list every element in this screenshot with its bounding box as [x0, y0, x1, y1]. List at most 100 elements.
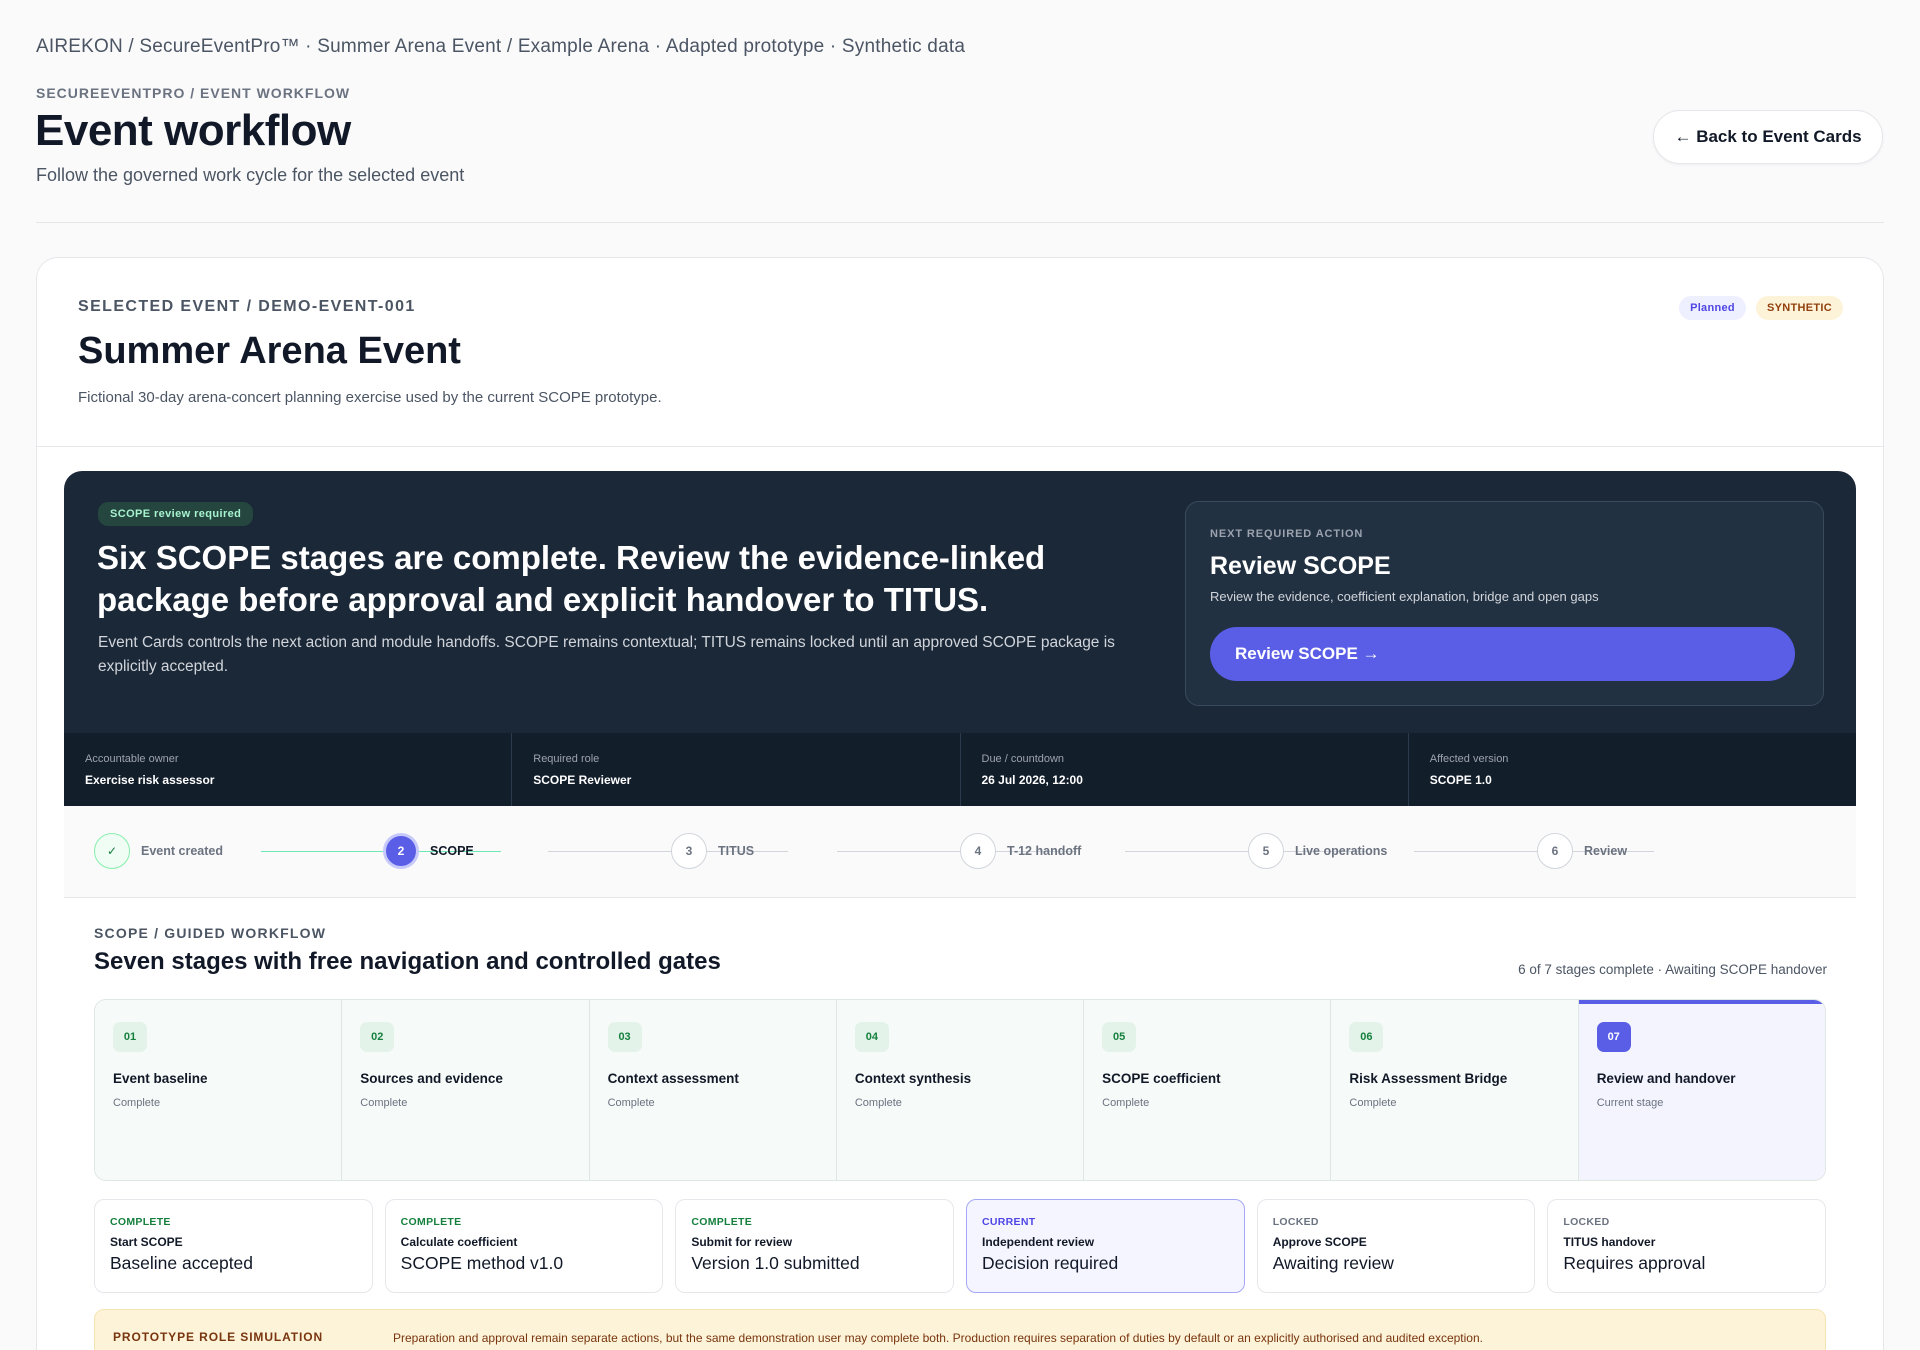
meta-due: Due / countdown 26 Jul 2026, 12:00: [961, 733, 1409, 806]
stage-status: Complete: [607, 1097, 655, 1109]
gate-independent-review[interactable]: CURRENT Independent review Decision requ…: [966, 1199, 1245, 1293]
stage-risk-assessment-bridge[interactable]: 06 Risk Assessment Bridge Complete: [1331, 1000, 1579, 1180]
meta-value: Exercise risk assessor: [85, 773, 215, 787]
meta-label: Due / countdown: [981, 753, 1065, 765]
step-review[interactable]: 6 Review: [1537, 833, 1627, 869]
back-to-event-cards-button[interactable]: ← Back to Event Cards: [1653, 110, 1883, 164]
gate-state: CURRENT: [982, 1216, 1036, 1228]
step-t12-handoff[interactable]: 4 T-12 handoff: [960, 833, 1081, 869]
step-titus[interactable]: 3 TITUS: [671, 833, 754, 869]
review-scope-button[interactable]: Review SCOPE →: [1210, 627, 1795, 681]
event-description: Fictional 30-day arena-concert planning …: [78, 389, 662, 406]
stage-sources-and-evidence[interactable]: 02 Sources and evidence Complete: [342, 1000, 590, 1180]
gate-name: TITUS handover: [1563, 1235, 1656, 1249]
guided-workflow-status: 6 of 7 stages complete · Awaiting SCOPE …: [1518, 962, 1827, 977]
stage-event-baseline[interactable]: 01 Event baseline Complete: [95, 1000, 343, 1180]
stage-list: 01 Event baseline Complete 02 Sources an…: [94, 999, 1826, 1181]
gate-submit-for-review[interactable]: COMPLETE Submit for review Version 1.0 s…: [675, 1199, 955, 1293]
prototype-notice: PROTOTYPE ROLE SIMULATION Preparation an…: [94, 1309, 1826, 1350]
stage-review-and-handover[interactable]: 07 Review and handover Current stage: [1578, 1000, 1825, 1180]
page-subtitle: Follow the governed work cycle for the s…: [36, 165, 465, 185]
meta-value: 26 Jul 2026, 12:00: [981, 773, 1083, 787]
stage-number: 04: [854, 1022, 889, 1052]
step-label: Review: [1584, 844, 1628, 858]
gate-value: Requires approval: [1563, 1253, 1706, 1273]
header-divider: [36, 222, 1884, 223]
gate-state: COMPLETE: [691, 1216, 753, 1228]
step-number: 4: [960, 833, 996, 869]
review-required-chip: SCOPE review required: [98, 502, 254, 526]
gate-name: Calculate coefficient: [400, 1235, 518, 1249]
gate-titus-handover[interactable]: LOCKED TITUS handover Requires approval: [1547, 1199, 1827, 1293]
status-badge: Planned: [1679, 296, 1746, 320]
step-number: 5: [1248, 833, 1284, 869]
stage-scope-coefficient[interactable]: 05 SCOPE coefficient Complete: [1084, 1000, 1332, 1180]
meta-value: SCOPE Reviewer: [533, 773, 632, 787]
stage-number: 06: [1349, 1022, 1384, 1052]
step-label: SCOPE: [430, 844, 474, 858]
scope-review-panel: SCOPE review required Six SCOPE stages a…: [64, 471, 1856, 806]
stage-status: Complete: [1349, 1097, 1397, 1109]
prototype-notice-text: Preparation and approval remain separate…: [393, 1331, 1483, 1345]
synthetic-badge: SYNTHETIC: [1755, 296, 1843, 320]
meta-value: SCOPE 1.0: [1429, 773, 1492, 787]
step-label: T-12 handoff: [1007, 844, 1082, 858]
stage-status: Complete: [113, 1097, 161, 1109]
stage-number: 01: [113, 1022, 147, 1052]
step-event-created[interactable]: ✓ Event created: [94, 833, 223, 869]
stage-name: SCOPE coefficient: [1102, 1071, 1221, 1086]
meta-role: Required role SCOPE Reviewer: [512, 733, 961, 806]
event-name: Summer Arena Event: [78, 330, 461, 372]
gate-start-scope[interactable]: COMPLETE Start SCOPE Baseline accepted: [94, 1199, 373, 1293]
stage-context-assessment[interactable]: 03 Context assessment Complete: [589, 1000, 837, 1180]
step-number: 3: [671, 833, 707, 869]
selected-event-eyebrow: SELECTED EVENT / DEMO-EVENT-001: [78, 298, 416, 315]
meta-label: Required role: [533, 753, 600, 765]
hero-text: Event Cards controls the next action and…: [98, 634, 1115, 675]
check-icon: ✓: [94, 833, 130, 869]
step-label: Event created: [141, 844, 223, 858]
step-number: 2: [383, 833, 419, 869]
stage-name: Event baseline: [113, 1071, 208, 1086]
meta-version: Affected version SCOPE 1.0: [1409, 733, 1856, 806]
gate-approve-scope[interactable]: LOCKED Approve SCOPE Awaiting review: [1256, 1199, 1536, 1293]
gate-name: Submit for review: [691, 1235, 793, 1249]
step-scope[interactable]: 2 SCOPE: [383, 833, 474, 869]
meta-owner: Accountable owner Exercise risk assessor: [64, 733, 513, 806]
stage-status: Current stage: [1596, 1097, 1664, 1109]
next-action-title: Review SCOPE: [1210, 552, 1391, 580]
stage-number: 02: [360, 1022, 395, 1052]
stage-context-synthesis[interactable]: 04 Context synthesis Complete: [836, 1000, 1085, 1180]
page-eyebrow: SECUREEVENTPRO / EVENT WORKFLOW: [36, 85, 351, 101]
next-action-eyebrow: NEXT REQUIRED ACTION: [1210, 528, 1364, 540]
stage-number: 03: [607, 1022, 642, 1052]
stage-number: 05: [1102, 1022, 1137, 1052]
page-title: Event workflow: [35, 106, 351, 155]
prototype-notice-label: PROTOTYPE ROLE SIMULATION: [113, 1330, 324, 1344]
step-live-operations[interactable]: 5 Live operations: [1248, 833, 1387, 869]
gate-calculate-coefficient[interactable]: COMPLETE Calculate coefficient SCOPE met…: [384, 1199, 664, 1293]
gate-list: COMPLETE Start SCOPE Baseline accepted C…: [94, 1199, 1827, 1293]
breadcrumb: AIREKON / SecureEventPro™ · Summer Arena…: [36, 36, 966, 57]
gate-value: Decision required: [982, 1253, 1119, 1273]
card-divider: [37, 446, 1883, 447]
stage-name: Context synthesis: [854, 1071, 972, 1086]
gate-state: COMPLETE: [110, 1216, 171, 1228]
step-number: 6: [1537, 833, 1573, 869]
next-action-box: NEXT REQUIRED ACTION Review SCOPE Review…: [1185, 501, 1824, 706]
next-action-description: Review the evidence, coefficient explana…: [1210, 589, 1599, 604]
guided-workflow-title: Seven stages with free navigation and co…: [94, 948, 721, 975]
gate-name: Approve SCOPE: [1272, 1235, 1367, 1249]
guided-workflow-eyebrow: SCOPE / GUIDED WORKFLOW: [94, 925, 327, 941]
gate-state: LOCKED: [1272, 1216, 1319, 1228]
stage-status: Complete: [360, 1097, 408, 1109]
meta-label: Accountable owner: [85, 753, 179, 765]
module-stepper: ✓ Event created 2 SCOPE 3 TITUS 4 T-12 h…: [64, 806, 1856, 898]
event-workflow-card: SELECTED EVENT / DEMO-EVENT-001 Summer A…: [36, 257, 1884, 1350]
gate-value: Awaiting review: [1272, 1253, 1394, 1273]
gate-value: Baseline accepted: [110, 1253, 254, 1273]
stage-name: Review and handover: [1596, 1071, 1736, 1086]
stage-name: Context assessment: [607, 1071, 739, 1086]
gate-state: COMPLETE: [400, 1216, 462, 1228]
stage-name: Risk Assessment Bridge: [1349, 1071, 1508, 1086]
